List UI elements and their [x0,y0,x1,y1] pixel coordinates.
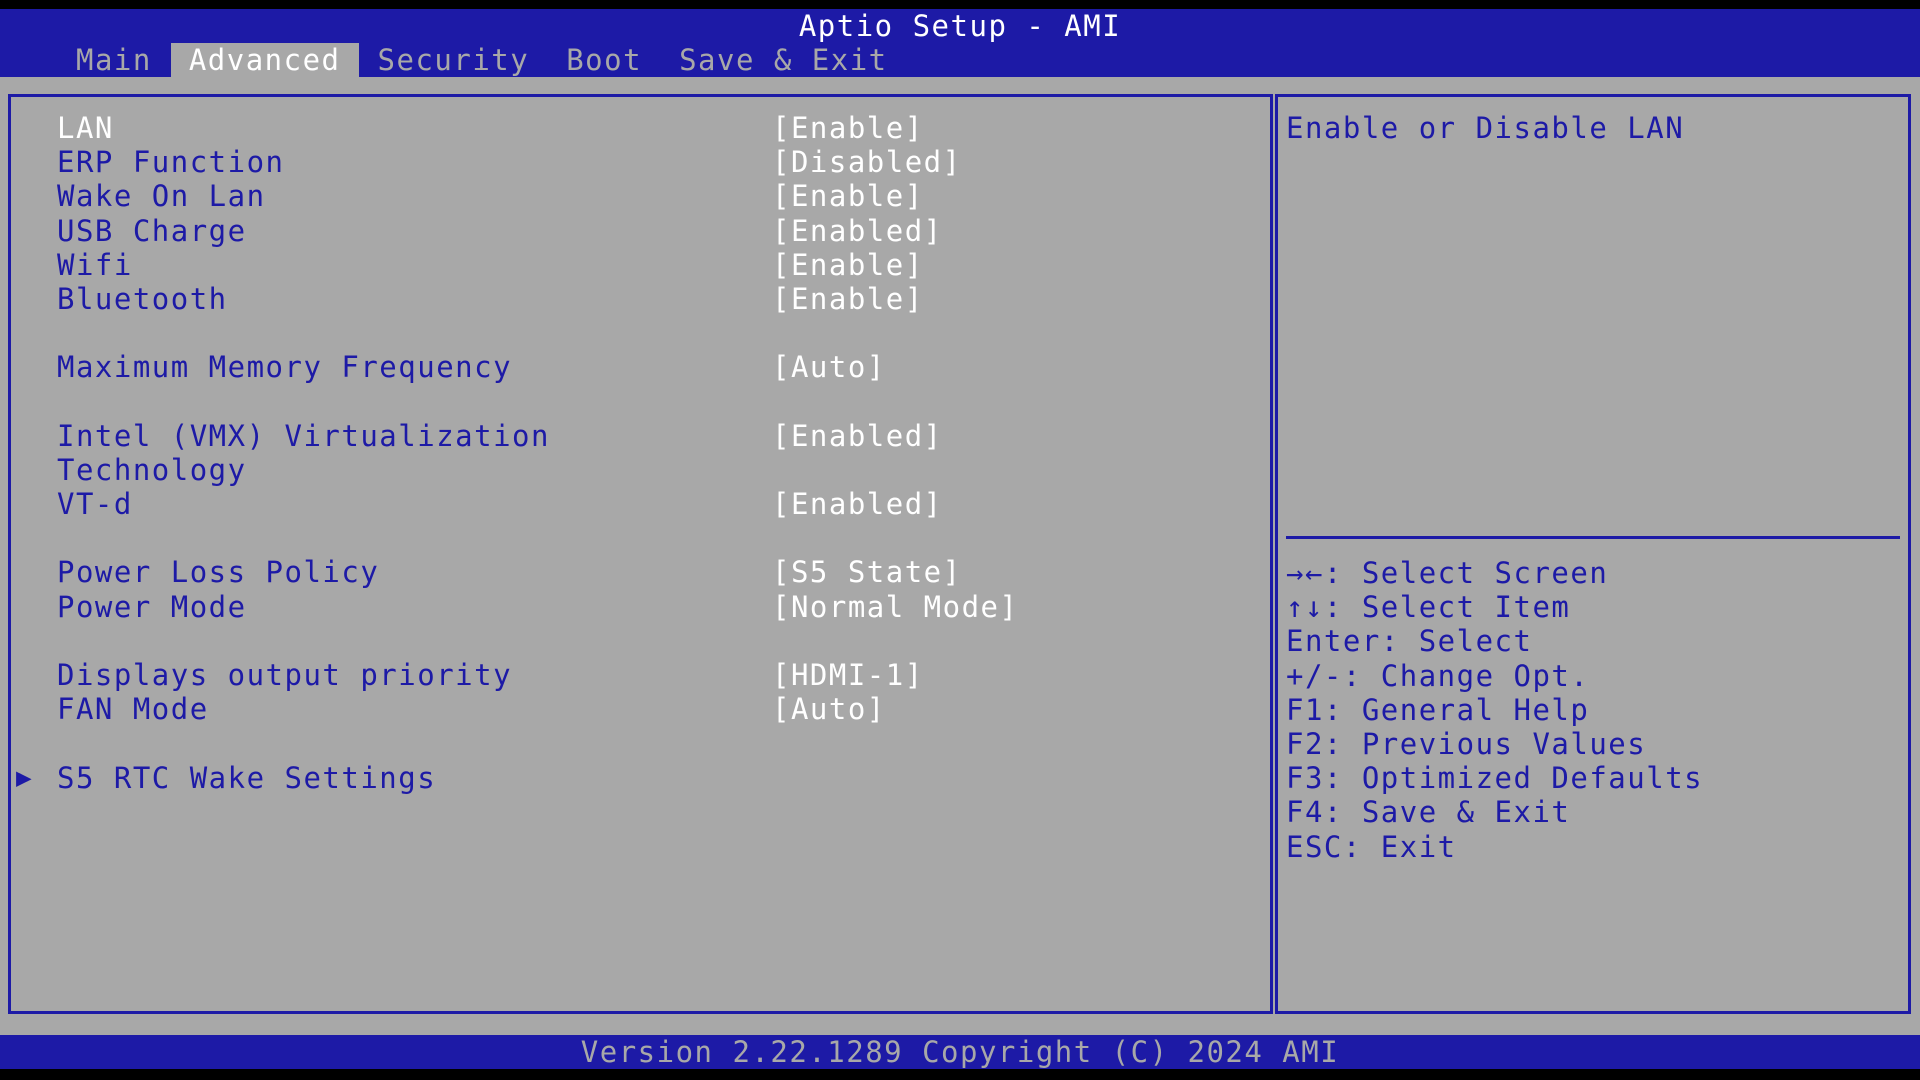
key-legend: →←: Select Screen ↑↓: Select Item Enter:… [1286,556,1703,864]
setting-row-power-mode[interactable]: Power Mode [Normal Mode] [0,590,1270,624]
setting-label-fan-mode: FAN Mode [57,692,209,727]
setting-row-lan[interactable]: LAN [Enable] [0,111,1270,145]
tab-bar: Main Advanced Security Boot Save & Exit [58,43,907,77]
settings-list: LAN [Enable] ERP Function [Disabled] Wak… [0,111,1270,795]
setting-row-erp-function[interactable]: ERP Function [Disabled] [0,145,1270,179]
setting-value-vt-d[interactable]: [Enabled] [772,487,943,521]
key-general-help: F1: General Help [1286,692,1590,727]
key-save-exit: F4: Save & Exit [1286,795,1571,830]
setting-value-wake-on-lan[interactable]: [Enable] [772,179,924,213]
submenu-s5-rtc-wake-settings[interactable]: ▶ S5 RTC Wake Settings [0,761,1270,795]
setting-label-wake-on-lan: Wake On Lan [57,179,266,214]
key-optimized-defaults: F3: Optimized Defaults [1286,761,1704,796]
key-previous-values: F2: Previous Values [1286,727,1647,762]
tab-security[interactable]: Security [360,43,548,77]
setting-row-fan-mode[interactable]: FAN Mode [Auto] [0,692,1270,726]
tab-main[interactable]: Main [58,43,170,77]
setting-label-wifi: Wifi [57,247,133,282]
tab-advanced[interactable]: Advanced [170,43,359,77]
setting-value-fan-mode[interactable]: [Auto] [772,692,886,726]
setting-label-bluetooth: Bluetooth [57,281,228,316]
setting-label-erp-function: ERP Function [57,145,285,180]
help-divider [1286,536,1900,539]
setting-label-power-loss-policy: Power Loss Policy [57,555,380,590]
setting-label-power-mode: Power Mode [57,589,247,624]
setting-row-bluetooth[interactable]: Bluetooth [Enable] [0,282,1270,316]
submenu-arrow-icon: ▶ [16,762,34,793]
setting-value-vmx-virtualization[interactable]: [Enabled] [772,419,943,453]
key-select-screen: →←: Select Screen [1286,556,1609,590]
key-select-item: ↑↓: Select Item [1286,590,1571,625]
setting-label-vmx-virtualization: Intel (VMX) Virtualization Technology [57,418,550,487]
setting-row-vmx-virtualization[interactable]: Intel (VMX) Virtualization Technology [E… [0,419,1270,487]
tab-boot[interactable]: Boot [548,43,660,77]
help-description: Enable or Disable LAN [1286,111,1685,145]
setting-row-wifi[interactable]: Wifi [Enable] [0,248,1270,282]
setting-row-max-memory-frequency[interactable]: Maximum Memory Frequency [Auto] [0,350,1270,384]
setting-value-displays-output-priority[interactable]: [HDMI-1] [772,658,924,692]
setting-row-usb-charge[interactable]: USB Charge [Enabled] [0,214,1270,248]
setting-label-max-memory-frequency: Maximum Memory Frequency [57,350,513,385]
help-panel [1275,94,1911,1014]
setting-value-lan[interactable]: [Enable] [772,111,924,145]
setting-label-displays-output-priority: Displays output priority [57,658,513,693]
setting-value-bluetooth[interactable]: [Enable] [772,282,924,316]
setting-row-displays-output-priority[interactable]: Displays output priority [HDMI-1] [0,658,1270,692]
setting-row-power-loss-policy[interactable]: Power Loss Policy [S5 State] [0,555,1270,589]
key-enter-select: Enter: Select [1286,624,1533,659]
key-esc-exit: ESC: Exit [1286,829,1457,864]
setting-label-usb-charge: USB Charge [57,213,247,248]
setup-title: Aptio Setup - AMI [798,9,1122,43]
setting-value-power-mode[interactable]: [Normal Mode] [772,590,1018,624]
tab-save-exit[interactable]: Save & Exit [661,43,906,77]
key-change-opt: +/-: Change Opt. [1286,658,1590,693]
setting-value-max-memory-frequency[interactable]: [Auto] [772,350,886,384]
version-text: Version 2.22.1289 Copyright (C) 2024 AMI [580,1035,1340,1069]
setting-label-vt-d: VT-d [57,487,133,522]
setting-value-wifi[interactable]: [Enable] [772,248,924,282]
submenu-label-s5-rtc-wake-settings: S5 RTC Wake Settings [57,760,437,795]
setting-label-lan: LAN [57,111,114,145]
setting-value-erp-function[interactable]: [Disabled] [772,145,962,179]
setting-row-wake-on-lan[interactable]: Wake On Lan [Enable] [0,179,1270,213]
setting-row-vt-d[interactable]: VT-d [Enabled] [0,487,1270,521]
setting-value-usb-charge[interactable]: [Enabled] [772,214,943,248]
setting-value-power-loss-policy[interactable]: [S5 State] [772,555,962,589]
